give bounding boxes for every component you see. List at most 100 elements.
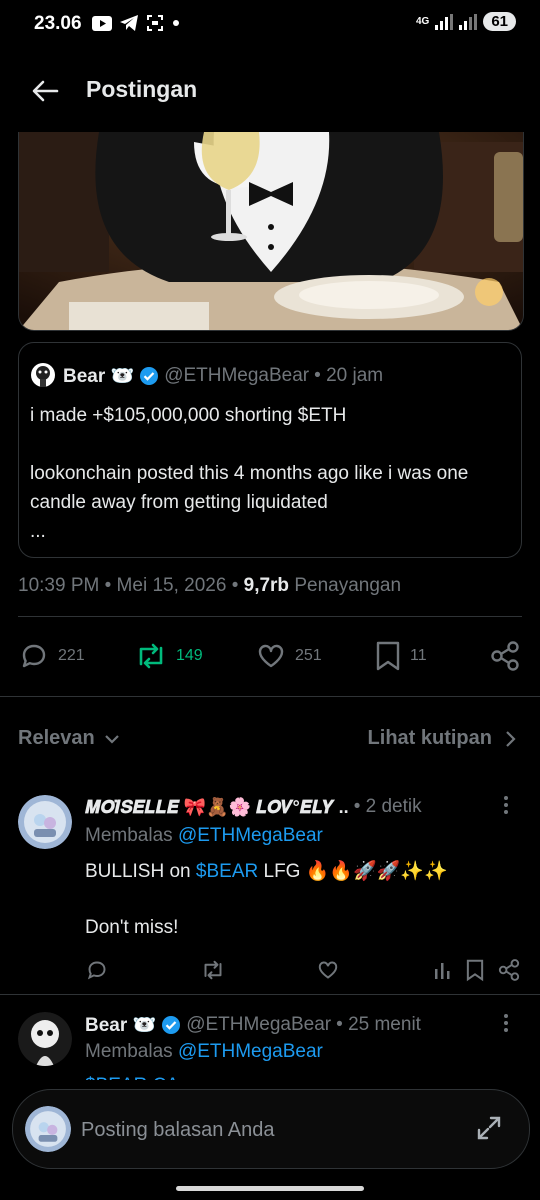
replying-handle[interactable]: @ETHMegaBear <box>178 825 323 846</box>
repost-icon <box>139 643 163 669</box>
reply-time: • 25 menit <box>336 1014 421 1035</box>
signal-icon <box>435 13 454 30</box>
replying-label: Membalas <box>85 825 173 846</box>
like-button[interactable]: 251 <box>255 640 322 672</box>
reply-analytics-button[interactable] <box>433 960 453 980</box>
divider <box>0 696 540 697</box>
reply-text-line2: Don't miss! <box>85 917 179 938</box>
share-icon <box>491 641 519 671</box>
reply-button[interactable]: 221 <box>18 640 85 672</box>
quoted-handle: @ETHMegaBear <box>164 365 310 386</box>
screenshot-icon <box>147 15 163 31</box>
status-bar: 23.06 4G 61 <box>0 0 540 48</box>
meta-separator: • <box>104 575 112 596</box>
repost-count: 149 <box>176 647 203 664</box>
more-icon <box>504 796 508 814</box>
like-icon <box>258 644 284 668</box>
verified-badge-icon <box>162 1016 181 1034</box>
bookmark-count: 11 <box>410 647 427 664</box>
reply-handle: @ETHMegaBear <box>186 1014 332 1035</box>
replying-to: Membalas @ETHMegaBear <box>85 1041 323 1063</box>
more-icon <box>504 1014 508 1032</box>
reply-text: BULLISH on $BEAR LFG 🔥🔥🚀🚀✨✨ Don't miss! <box>85 858 525 942</box>
reply-time: • 2 detik <box>353 796 422 817</box>
reply-text-suffix: LFG 🔥🔥🚀🚀✨✨ <box>263 861 448 882</box>
verified-badge-icon <box>140 367 159 385</box>
replying-label: Membalas <box>85 1041 173 1062</box>
reply-text-prefix: BULLISH on <box>85 861 191 882</box>
reply-composer[interactable] <box>12 1089 530 1169</box>
replies-sort-bar: Relevan Lihat kutipan <box>0 710 540 766</box>
composer-avatar <box>25 1106 71 1152</box>
like-count: 251 <box>295 647 322 664</box>
reply-icon <box>22 644 46 668</box>
quoted-display-name: Bear 🐻‍❄️ <box>63 366 135 387</box>
quoted-author-line: Bear 🐻‍❄️ @ETHMegaBear • 20 jam <box>63 364 383 388</box>
quoted-time: • 20 jam <box>314 365 384 386</box>
reply-share-button[interactable] <box>498 958 520 982</box>
post-time: 10:39 PM <box>18 575 100 596</box>
post-image[interactable] <box>18 132 524 331</box>
share-button[interactable] <box>490 640 520 672</box>
reply-display-name: Bear 🐻‍❄️ <box>85 1015 157 1036</box>
bookmark-icon <box>376 641 400 671</box>
repost-button[interactable]: 149 <box>134 640 203 672</box>
share-icon <box>498 959 520 981</box>
signal-icon-2 <box>459 13 478 30</box>
reply-author-line: Bear 🐻‍❄️ @ETHMegaBear • 25 menit <box>85 1013 421 1037</box>
like-icon <box>318 961 338 979</box>
view-quotes-button[interactable]: Lihat kutipan <box>368 727 518 750</box>
youtube-icon <box>92 15 112 31</box>
reply-display-name: 𝑴𝑶𝑰̈𝑺𝑬𝑳𝑳𝑬 🎀🧸🌸 𝑳𝑶𝑽°𝑬𝑳𝒀 .. <box>85 796 349 817</box>
meta-separator: • <box>231 575 239 596</box>
replying-handle[interactable]: @ETHMegaBear <box>178 1041 323 1062</box>
chevron-right-icon <box>506 730 516 747</box>
view-quotes-label: Lihat kutipan <box>367 727 492 749</box>
reply-icon <box>87 961 106 980</box>
more-button[interactable] <box>503 794 509 816</box>
avatar[interactable] <box>18 1012 72 1066</box>
status-notification-icons <box>92 14 180 32</box>
top-header: Postingan <box>0 56 540 132</box>
more-button[interactable] <box>503 1012 509 1034</box>
repost-icon <box>204 960 222 980</box>
expand-composer-button[interactable] <box>475 1114 503 1142</box>
sort-relevan-label: Relevan <box>18 727 95 749</box>
chevron-down-icon <box>104 734 119 744</box>
back-button[interactable] <box>30 76 60 106</box>
reply-author-line: 𝑴𝑶𝑰̈𝑺𝑬𝑳𝑳𝑬 🎀🧸🌸 𝑳𝑶𝑽°𝑬𝑳𝒀 .. • 2 detik <box>85 796 422 818</box>
reply-repost-button[interactable] <box>200 958 226 982</box>
quoted-text: i made +$105,000,000 shorting $ETH looko… <box>30 405 469 542</box>
views-count[interactable]: 9,7rb <box>244 575 289 596</box>
telegram-icon <box>120 15 138 31</box>
bookmark-button[interactable]: 11 <box>374 640 427 672</box>
network-type: 4G <box>415 15 430 27</box>
bear-tuxedo-illustration <box>19 132 523 330</box>
post-date: Mei 15, 2026 <box>116 575 227 596</box>
status-system-icons: 4G 61 <box>416 12 516 31</box>
cashtag-link[interactable]: $BEAR <box>196 861 258 882</box>
dot-icon <box>173 20 179 26</box>
page-title: Postingan <box>86 76 198 102</box>
back-arrow-icon <box>32 80 59 102</box>
views-label: Penayangan <box>294 575 402 596</box>
divider <box>18 616 522 617</box>
reply-count: 221 <box>58 647 85 664</box>
reply-comment-button[interactable] <box>85 958 109 982</box>
quoted-avatar <box>31 363 55 387</box>
reply-input[interactable] <box>79 1112 463 1148</box>
analytics-icon <box>435 963 450 979</box>
replying-to: Membalas @ETHMegaBear <box>85 825 323 847</box>
home-indicator[interactable] <box>176 1186 364 1191</box>
expand-icon <box>477 1116 501 1140</box>
bookmark-icon <box>466 959 484 982</box>
avatar[interactable] <box>18 795 72 849</box>
quoted-post[interactable]: Bear 🐻‍❄️ @ETHMegaBear • 20 jam i made +… <box>18 342 522 558</box>
status-time: 23.06 <box>34 13 82 34</box>
sort-relevan-button[interactable]: Relevan <box>18 727 121 750</box>
post-meta: 10:39 PM • Mei 15, 2026 • 9,7rb Penayang… <box>18 575 401 597</box>
divider <box>0 994 540 995</box>
reply-like-button[interactable] <box>316 958 340 982</box>
reply-bookmark-button[interactable] <box>465 958 485 982</box>
battery-indicator: 61 <box>483 12 516 31</box>
